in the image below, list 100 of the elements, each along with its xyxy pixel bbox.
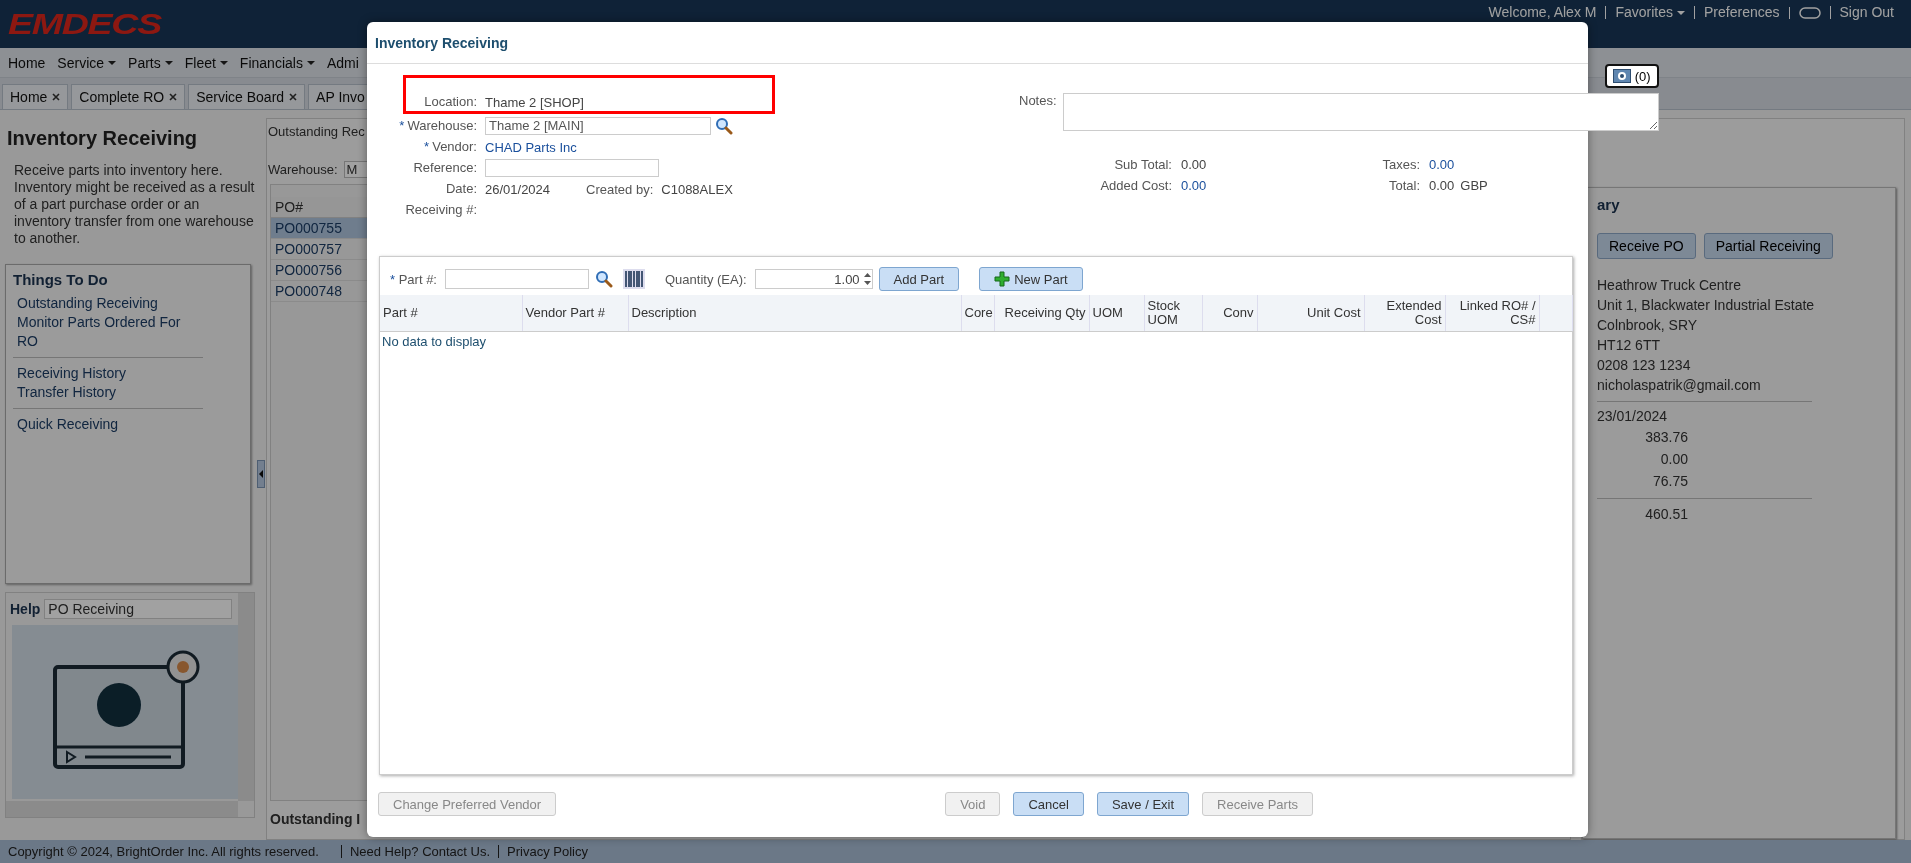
field-label: * Warehouse: [399,117,477,135]
field-label: Notes: [1019,93,1057,110]
footer-link[interactable]: Need Help? Contact Us. [340,845,499,858]
address-line: Heathrow Truck Centre [1597,276,1741,295]
menu-item[interactable]: Admi [320,54,365,71]
notes-field[interactable] [1062,93,1659,131]
app-logo: EMDECS [8,7,161,41]
menu-item[interactable]: Fleet [178,54,234,71]
pill-icon[interactable] [1798,6,1821,19]
copyright-text: Copyright © 2024, BrightOrder Inc. All rights reserved. [8,844,319,859]
po-date: 23/01/2024 [1597,407,1668,426]
address-line: HT12 6TT [1597,336,1660,355]
sidebar-link[interactable]: Quick Receiving [17,415,119,434]
column-header: Stock UOM [1144,295,1202,332]
footer-link[interactable]: Privacy Policy [498,845,596,858]
column-header: Receiving Qty [994,295,1089,332]
column-header: Vendor Part # [522,295,628,332]
search-icon[interactable] [594,270,613,288]
close-icon[interactable] [52,93,61,101]
address-line: Colnbrook, SRY [1597,316,1698,335]
warehouse-field[interactable]: Thame 2 [MAIN] [485,117,711,135]
column-header: Extended Cost [1364,295,1445,332]
caret-icon [306,60,315,65]
address-line: 0208 123 1234 [1597,356,1691,375]
field-label: * Vendor: [424,138,477,156]
caret-icon [108,60,117,65]
barcode-icon[interactable] [622,269,645,289]
action-button[interactable]: Receive PO [1597,233,1696,259]
column-header: Conv [1202,295,1257,332]
total-label: Added Cost: [1100,178,1172,193]
header-link[interactable]: Sign Out [1829,6,1903,19]
field-label: Reference: [413,159,477,177]
dialog-button[interactable]: Save / Exit [1096,792,1190,816]
add-part-button[interactable]: Add Part [878,267,960,291]
reference-field[interactable] [485,159,659,177]
field-label: * Part #: [390,271,437,287]
panel-title: Things To Do [13,271,109,288]
column-header: Unit Cost [1257,295,1364,332]
spinner-icon[interactable] [862,271,872,287]
sidebar-link[interactable]: Outstanding Receiving [17,294,158,313]
page-description: Receive parts into inventory here. Inventory might be received as a result of a part purchase order or an inventory transfer from one warehouse to another. [14,162,256,247]
panel-title: ary [1597,196,1620,213]
amount-value: 0.00 [1659,450,1688,469]
part-number-field[interactable] [444,269,589,289]
field-label: Warehouse: [268,162,338,177]
header-link[interactable]: Preferences [1694,6,1789,19]
field-label: Date: [445,180,477,198]
caret-icon [164,60,173,65]
field-label: Location: [424,93,477,111]
column-header: UOM [1089,295,1144,332]
address-line: nicholaspatrik@gmail.com [1597,376,1761,395]
action-button[interactable]: Partial Receiving [1703,233,1833,259]
column-header: Core [961,295,994,332]
page-tab[interactable]: Complete RO [71,84,186,109]
column-header: Part # [380,295,522,332]
help-topic-select[interactable]: PO Receiving [44,599,233,619]
menu-item[interactable]: Parts [122,54,179,71]
total-label: Taxes: [1382,157,1420,172]
column-header: Linked RO# / CS# [1445,295,1539,332]
currency-label: GBP [1460,178,1488,193]
total-value: 0.00 [1429,178,1455,193]
attachments-button[interactable]: (0) [1604,64,1659,88]
sidebar-link[interactable]: Receiving History [17,364,126,383]
caret-icon [219,60,228,65]
dialog-button[interactable]: Cancel [1013,792,1084,816]
panel-title: Outstanding Rec [268,124,365,139]
quantity-field[interactable]: 1.00 [754,269,873,289]
field-value: C1088ALEX [661,181,733,197]
column-header: Description [628,295,961,332]
field-label: Created by: [586,181,654,197]
page-tab[interactable]: Service Board [188,84,306,109]
close-icon[interactable] [289,93,298,101]
total-link[interactable]: 0.00 [1429,157,1455,172]
field-value: Thame 2 [SHOP] [485,94,584,110]
total-label: Sub Total: [1114,157,1172,172]
amount-value: 76.75 [1651,472,1688,491]
empty-message: No data to display [381,333,488,351]
sidebar-link[interactable]: Transfer History [17,383,117,402]
search-icon[interactable] [715,117,733,135]
help-title: Help [10,601,41,617]
close-icon[interactable] [169,93,178,101]
vendor-link[interactable]: CHAD Parts Inc [485,139,577,155]
dialog-title: Inventory Receiving [367,22,1588,64]
amount-value: 383.76 [1644,428,1688,447]
page-title: Inventory Receiving [7,127,199,150]
menu-item[interactable]: Financials [233,54,321,71]
sidebar-link[interactable]: Monitor Parts Ordered For RO [17,313,203,351]
favorites-menu[interactable]: Favorites [1605,6,1695,19]
menu-item[interactable]: Service [51,54,123,71]
address-line: Unit 1, Blackwater Industrial Estate [1597,296,1815,315]
camera-icon [1612,69,1631,83]
new-part-button[interactable]: New Part [979,267,1083,291]
page-tab[interactable]: Home [2,84,69,109]
welcome-text: Welcome, Alex M [1487,6,1598,19]
menu-item[interactable]: Home [2,54,52,71]
caret-icon [1677,10,1686,15]
total-link[interactable]: 0.00 [1181,178,1207,193]
plus-icon [994,271,1011,287]
field-value: 26/01/2024 [485,181,551,197]
field-label: Receiving #: [405,201,477,219]
